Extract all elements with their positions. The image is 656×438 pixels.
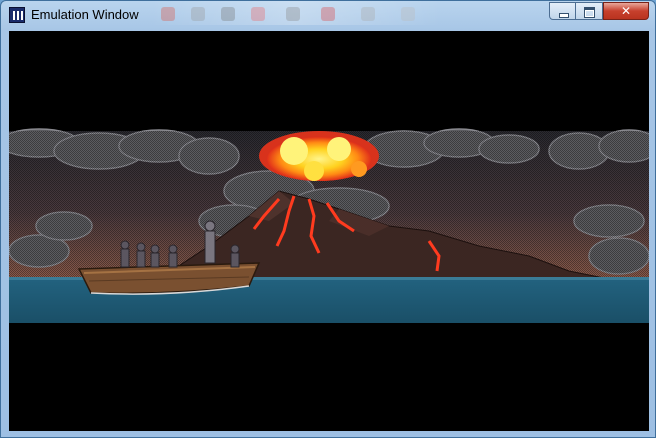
minimize-button[interactable] [549, 2, 576, 20]
background-taskbar-ghost [161, 5, 441, 23]
maximize-button[interactable] [576, 2, 603, 20]
game-scene [9, 31, 649, 431]
emulation-window: Emulation Window [0, 0, 656, 438]
emulator-app-icon[interactable] [9, 7, 25, 23]
title-bar[interactable]: Emulation Window [1, 1, 655, 29]
volcano-eruption [259, 131, 379, 181]
emulator-screen[interactable] [9, 31, 649, 431]
window-title: Emulation Window [31, 7, 139, 22]
close-button[interactable] [603, 2, 649, 20]
